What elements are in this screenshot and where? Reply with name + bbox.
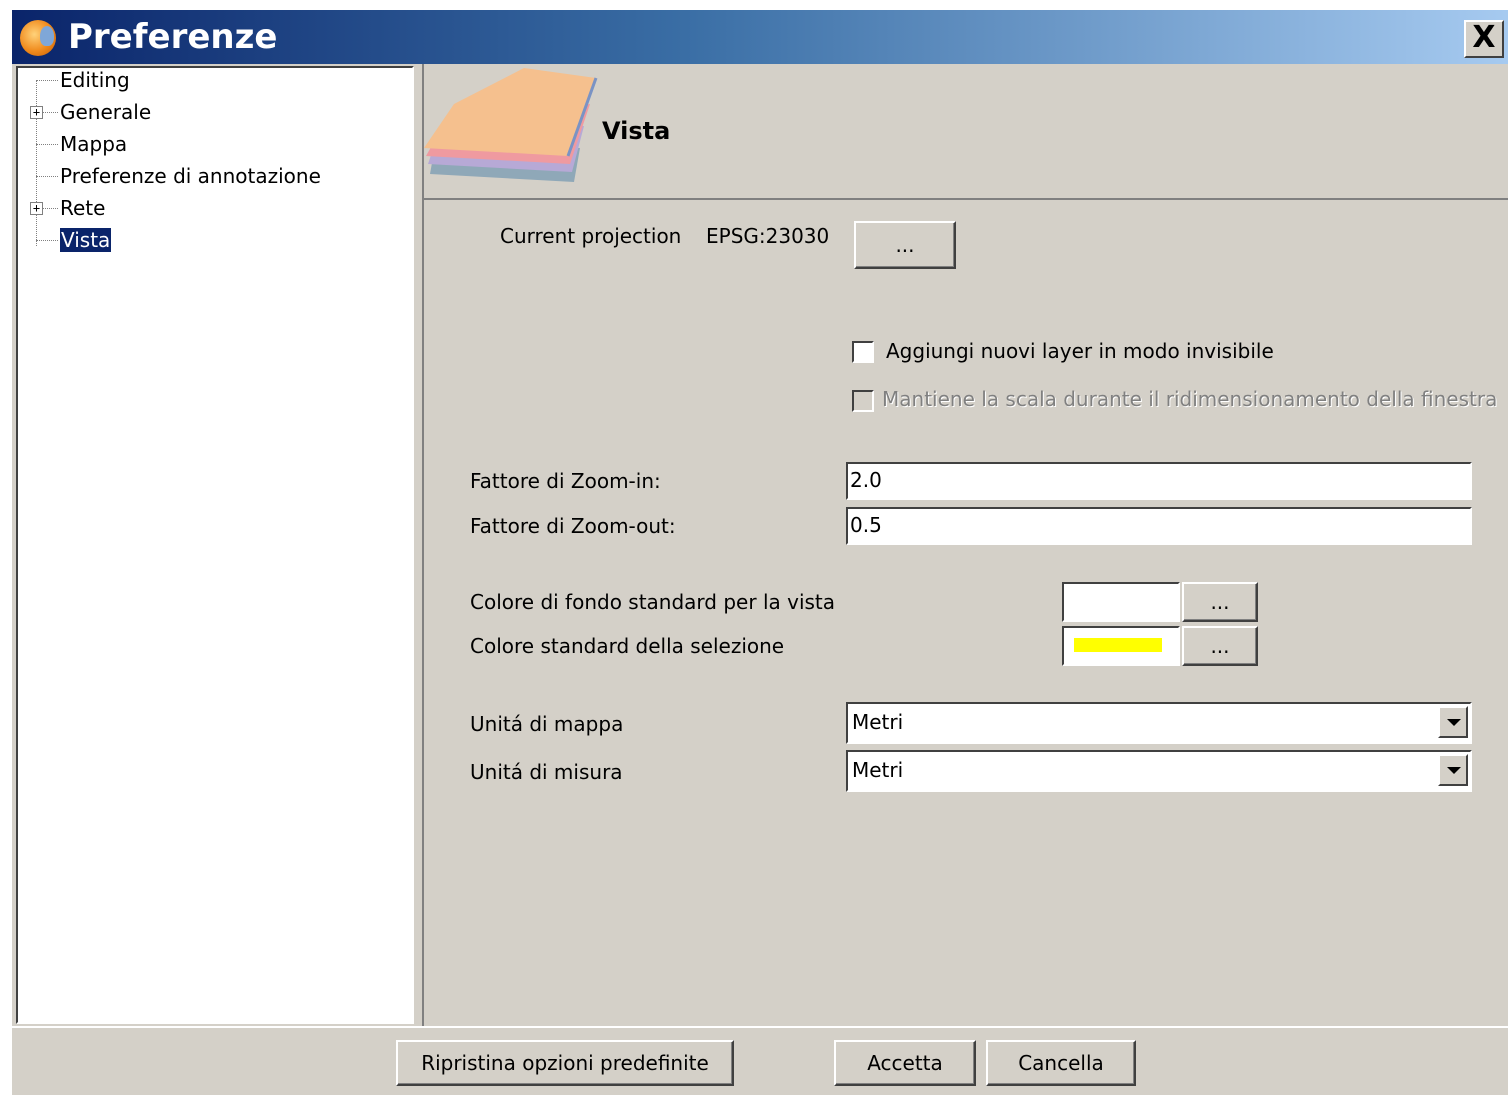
tree-connector xyxy=(36,144,58,145)
tree-item-label: Preferenze di annotazione xyxy=(60,164,321,188)
invisible-layers-checkbox[interactable] xyxy=(852,341,874,363)
title-bar[interactable]: Preferenze X xyxy=(12,10,1508,64)
map-units-label: Unitá di mappa xyxy=(470,712,624,736)
background-color-label: Colore di fondo standard per la vista xyxy=(470,590,836,614)
zoom-out-field[interactable]: 0.5 xyxy=(846,507,1472,545)
measure-units-label: Unitá di misura xyxy=(470,760,623,784)
tree-item-label: Mappa xyxy=(60,132,128,156)
tree-connector xyxy=(36,80,58,81)
invisible-layers-label: Aggiungi nuovi layer in modo invisibile xyxy=(886,339,1274,363)
tree-item-vista[interactable]: Vista xyxy=(58,225,113,255)
map-units-select[interactable]: Metri xyxy=(846,702,1472,744)
background-color-button[interactable]: ... xyxy=(1182,582,1258,622)
selection-color-label: Colore standard della selezione xyxy=(470,634,785,658)
zoom-in-label: Fattore di Zoom-in: xyxy=(470,469,661,493)
tree-connector xyxy=(42,112,58,113)
background-color-swatch[interactable] xyxy=(1062,582,1180,622)
projection-value: EPSG:23030 xyxy=(706,224,830,248)
restore-defaults-button[interactable]: Ripristina opzioni predefinite xyxy=(396,1040,734,1086)
window-title: Preferenze xyxy=(68,17,278,57)
dialog-footer: Ripristina opzioni predefinite Accetta C… xyxy=(12,1026,1508,1095)
tree-item-preferenze-annotazione[interactable]: Preferenze di annotazione xyxy=(60,161,321,191)
change-projection-button[interactable]: ... xyxy=(854,221,956,269)
selection-color-fill xyxy=(1074,638,1162,652)
tree-connector xyxy=(36,176,58,177)
chevron-down-icon[interactable] xyxy=(1438,754,1468,786)
tree-connector xyxy=(42,208,58,209)
vista-panel: Vista Current projection EPSG:23030 ... … xyxy=(422,64,1508,1026)
panel-header: Vista xyxy=(424,64,1508,200)
close-button[interactable]: X xyxy=(1464,20,1504,58)
background-color-fill xyxy=(1074,594,1162,608)
map-units-value: Metri xyxy=(852,710,904,734)
tree-item-label: Generale xyxy=(60,100,152,124)
app-icon xyxy=(20,20,56,56)
tree-item-mappa[interactable]: Mappa xyxy=(60,129,127,159)
selection-color-swatch[interactable] xyxy=(1062,626,1180,666)
selection-color-button[interactable]: ... xyxy=(1182,626,1258,666)
tree-item-rete[interactable]: Rete xyxy=(60,193,105,223)
tree-item-generale[interactable]: Generale xyxy=(60,97,151,127)
preferences-tree: Editing + Generale Mappa Preferenze di a… xyxy=(16,66,414,1024)
layers-icon xyxy=(424,68,598,182)
projection-label: Current projection xyxy=(500,224,682,248)
expand-icon[interactable]: + xyxy=(30,202,43,215)
panel-title: Vista xyxy=(602,117,671,145)
zoom-in-field[interactable]: 2.0 xyxy=(846,462,1472,500)
keep-scale-label: Mantiene la scala durante il ridimension… xyxy=(882,387,1498,411)
measure-units-select[interactable]: Metri xyxy=(846,750,1472,792)
tree-item-label: Vista xyxy=(58,227,113,253)
tree-item-label: Rete xyxy=(60,196,106,220)
chevron-down-icon[interactable] xyxy=(1438,706,1468,738)
preferences-dialog: Preferenze X Editing + Generale Mappa Pr… xyxy=(12,10,1508,1095)
tree-item-editing[interactable]: Editing xyxy=(60,65,130,95)
tree-connector xyxy=(36,240,58,241)
cancel-button[interactable]: Cancella xyxy=(986,1040,1136,1086)
keep-scale-checkbox[interactable] xyxy=(852,390,874,412)
expand-icon[interactable]: + xyxy=(30,106,43,119)
measure-units-value: Metri xyxy=(852,758,904,782)
tree-item-label: Editing xyxy=(60,68,130,92)
zoom-out-label: Fattore di Zoom-out: xyxy=(470,514,676,538)
accept-button[interactable]: Accetta xyxy=(834,1040,976,1086)
